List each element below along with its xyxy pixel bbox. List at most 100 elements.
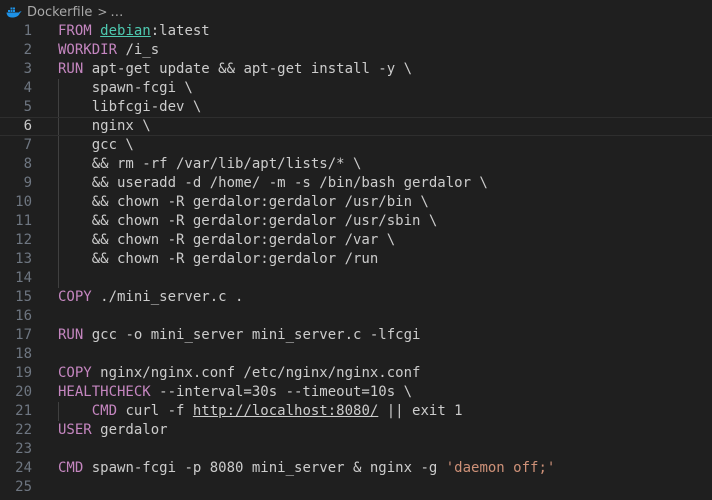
docker-icon [6,5,22,19]
line-number: 21 [15,403,32,419]
token-txt: && useradd -d /home/ -m -s /bin/bash ger… [58,175,488,191]
line-code: gcc \ [58,136,134,155]
line-number: 25 [15,479,32,495]
code-line[interactable]: 13 && chown -R gerdalor:gerdalor /run [0,250,712,269]
code-line[interactable]: 19 COPY nginx/nginx.conf /etc/nginx/nginx… [0,364,712,383]
code-line[interactable]: 5 libfcgi-dev \ [0,98,712,117]
token-txt: spawn-fcgi -p 8080 mini_server & nginx -… [83,460,446,476]
token-txt: /i_s [117,42,160,58]
line-code: && chown -R gerdalor:gerdalor /usr/bin \ [58,193,429,212]
token-txt: --interval=30s --timeout=10s \ [150,384,413,400]
line-number: 8 [23,156,32,172]
code-line[interactable]: 22 USER gerdalor [0,421,712,440]
chevron-right-icon: > [97,5,108,19]
token-txt: libfcgi-dev \ [58,99,202,115]
token-kw: FROM [58,23,92,39]
code-line[interactable]: 12 && chown -R gerdalor:gerdalor /var \ [0,231,712,250]
token-kw: COPY [58,289,92,305]
line-number: 5 [23,99,32,115]
token-kw: RUN [58,327,84,343]
token-txt: && rm -rf /var/lib/apt/lists/* \ [58,156,362,172]
line-number: 16 [15,308,32,324]
token-kw: CMD [91,403,118,419]
code-line[interactable]: 4 spawn-fcgi \ [0,79,712,98]
code-line[interactable]: 2 WORKDIR /i_s [0,41,712,60]
indent-guide [58,269,59,288]
breadcrumb-file[interactable]: Dockerfile [27,5,92,20]
code-line[interactable]: 18 [0,345,712,364]
token-txt: curl -f [117,403,193,419]
token-str: 'daemon off;' [445,460,556,476]
code-line[interactable]: 14 [0,269,712,288]
code-line[interactable]: 1 FROM debian:latest [0,22,712,41]
line-number: 9 [23,175,32,191]
line-number: 11 [15,213,32,229]
line-code: FROM debian:latest [58,22,210,41]
code-line[interactable]: 3 RUN apt-get update && apt-get install -… [0,60,712,79]
line-code: COPY ./mini_server.c . [58,288,243,307]
line-number: 12 [15,232,32,248]
token-txt: ./mini_server.c . [91,289,244,305]
line-number: 7 [23,137,32,153]
line-code: spawn-fcgi \ [58,79,193,98]
line-code: HEALTHCHECK --interval=30s --timeout=10s… [58,383,412,402]
line-number: 14 [15,270,32,286]
code-line[interactable]: 7 gcc \ [0,136,712,155]
token-txt: nginx/nginx.conf /etc/nginx/nginx.conf [91,365,421,381]
token-kw: WORKDIR [58,42,118,58]
token-txt: && chown -R gerdalor:gerdalor /usr/sbin … [58,213,438,229]
code-line[interactable]: 11 && chown -R gerdalor:gerdalor /usr/sb… [0,212,712,231]
line-number: 24 [15,460,32,476]
code-line[interactable]: 10 && chown -R gerdalor:gerdalor /usr/bi… [0,193,712,212]
token-txt: :latest [150,23,210,39]
code-line[interactable]: 25 [0,478,712,497]
code-line[interactable]: 8 && rm -rf /var/lib/apt/lists/* \ [0,155,712,174]
line-number: 13 [15,251,32,267]
code-line[interactable]: 6 nginx \ [0,117,712,136]
token-txt: gerdalor [91,422,168,438]
code-line[interactable]: 21 CMD curl -f http://localhost:8080/ ||… [0,402,712,421]
line-code: libfcgi-dev \ [58,98,202,117]
line-number: 15 [15,289,32,305]
token-txt: gcc \ [58,137,134,153]
line-code: RUN gcc -o mini_server mini_server.c -lf… [58,326,420,345]
token-txt: && chown -R gerdalor:gerdalor /usr/bin \ [58,194,429,210]
line-number: 22 [15,422,32,438]
token-kw: CMD [58,460,84,476]
token-txt: apt-get update && apt-get install -y \ [83,61,413,77]
code-line[interactable]: 17 RUN gcc -o mini_server mini_server.c -… [0,326,712,345]
line-code: RUN apt-get update && apt-get install -y… [58,60,412,79]
token-url[interactable]: http://localhost:8080/ [193,403,378,419]
code-line[interactable]: 9 && useradd -d /home/ -m -s /bin/bash g… [0,174,712,193]
line-number: 19 [15,365,32,381]
line-number: 6 [23,118,32,134]
line-number: 10 [15,194,32,210]
line-code: && chown -R gerdalor:gerdalor /usr/sbin … [58,212,438,231]
line-number: 4 [23,80,32,96]
breadcrumb: Dockerfile > … [0,0,712,24]
code-editor[interactable]: 1 FROM debian:latest 2 WORKDIR /i_s 3 RUN apt… [0,22,712,500]
line-code: COPY nginx/nginx.conf /etc/nginx/nginx.c… [58,364,420,383]
token-kw: RUN [58,61,84,77]
code-line[interactable]: 20 HEALTHCHECK --interval=30s --timeout=1… [0,383,712,402]
line-number: 18 [15,346,32,362]
token-txt: nginx \ [58,118,151,134]
code-line[interactable]: 16 [0,307,712,326]
line-code: USER gerdalor [58,421,168,440]
token-txt: || exit 1 [378,403,463,419]
breadcrumb-more[interactable]: … [110,5,123,20]
line-code: CMD spawn-fcgi -p 8080 mini_server & ngi… [58,459,555,478]
line-number: 3 [23,61,32,77]
line-code: nginx \ [58,118,151,135]
code-line[interactable]: 15 COPY ./mini_server.c . [0,288,712,307]
token-txt: && chown -R gerdalor:gerdalor /run [58,251,379,267]
line-number: 20 [15,384,32,400]
token-kw: HEALTHCHECK [58,384,151,400]
line-number: 23 [15,441,32,457]
line-number: 17 [15,327,32,343]
code-line[interactable]: 23 [0,440,712,459]
line-code: && useradd -d /home/ -m -s /bin/bash ger… [58,174,488,193]
line-code: WORKDIR /i_s [58,41,159,60]
code-line[interactable]: 24 CMD spawn-fcgi -p 8080 mini_server & n… [0,459,712,478]
